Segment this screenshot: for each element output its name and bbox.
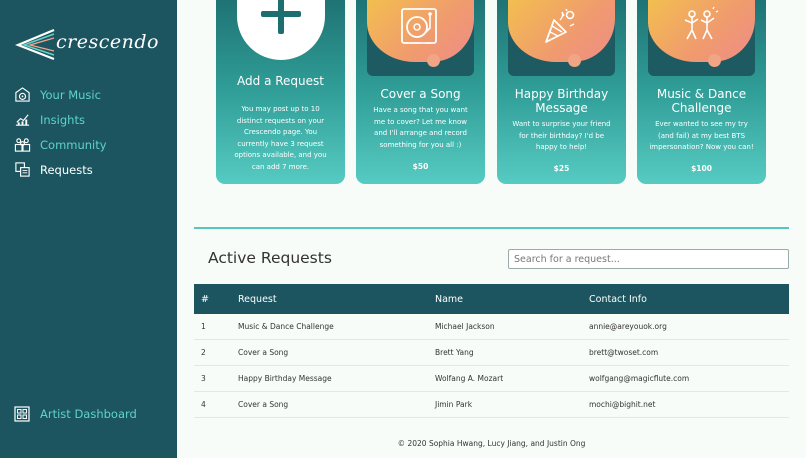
card-description: Have a song that you want me to cover? L… bbox=[373, 106, 468, 149]
sidebar-item-your-music[interactable]: Your Music bbox=[14, 82, 174, 107]
card-description: Want to surprise your friend for their b… bbox=[512, 120, 611, 151]
record-player-icon bbox=[401, 8, 437, 44]
cell-name: Jimin Park bbox=[435, 400, 473, 409]
card-title: Happy Birthday Message bbox=[514, 87, 609, 115]
sidebar-item-community[interactable]: Community bbox=[14, 132, 174, 157]
cell-number: 3 bbox=[201, 374, 206, 383]
cell-contact: wolfgang@magicflute.com bbox=[589, 374, 690, 383]
cell-contact: brett@twoset.com bbox=[589, 348, 659, 357]
request-card-music-dance-challenge[interactable]: Music & Dance Challenge Ever wanted to s… bbox=[637, 0, 766, 184]
card-price: $50 bbox=[412, 162, 429, 171]
logo-text[interactable]: crescendo bbox=[56, 31, 159, 53]
card-artwork bbox=[648, 0, 755, 76]
column-header-contact[interactable]: Contact Info bbox=[589, 294, 647, 305]
requests-icon bbox=[15, 162, 30, 177]
table-row[interactable]: 4 Cover a Song Jimin Park mochi@bighit.n… bbox=[194, 392, 789, 418]
request-card-happy-birthday[interactable]: Happy Birthday Message Want to surprise … bbox=[497, 0, 626, 184]
card-title: Add a Request bbox=[237, 74, 324, 88]
card-artwork bbox=[508, 0, 615, 76]
cell-name: Brett Yang bbox=[435, 348, 474, 357]
cell-contact: annie@areyouok.org bbox=[589, 322, 667, 331]
card-title: Music & Dance Challenge bbox=[656, 87, 747, 115]
cell-request: Happy Birthday Message bbox=[238, 374, 332, 383]
sidebar: crescendo Your Music Insights Community … bbox=[0, 0, 177, 458]
sidebar-item-label: Insights bbox=[40, 112, 85, 127]
card-title: Cover a Song bbox=[380, 87, 461, 101]
vinyl-icon bbox=[15, 87, 30, 102]
table-row[interactable]: 2 Cover a Song Brett Yang brett@twoset.c… bbox=[194, 340, 789, 366]
sidebar-item-insights[interactable]: Insights bbox=[14, 107, 174, 132]
cell-request: Cover a Song bbox=[238, 400, 289, 409]
sidebar-item-label: Community bbox=[40, 137, 107, 152]
table-header: # Request Name Contact Info bbox=[194, 284, 789, 314]
chart-icon bbox=[15, 114, 30, 126]
sidebar-item-label: Your Music bbox=[40, 87, 101, 102]
add-request-card[interactable]: Add a Request You may post up to 10 dist… bbox=[216, 0, 345, 184]
card-description: You may post up to 10 distinct requests … bbox=[234, 105, 327, 171]
cell-name: Wolfang A. Mozart bbox=[435, 374, 504, 383]
cell-name: Michael Jackson bbox=[435, 322, 495, 331]
column-header-number[interactable]: # bbox=[201, 294, 209, 305]
table-row[interactable]: 3 Happy Birthday Message Wolfang A. Moza… bbox=[194, 366, 789, 392]
dancers-icon bbox=[684, 6, 719, 40]
artist-dashboard-label: Artist Dashboard bbox=[40, 407, 137, 421]
active-requests-title: Active Requests bbox=[208, 249, 332, 267]
cell-request: Music & Dance Challenge bbox=[238, 322, 334, 331]
table-row[interactable]: 1 Music & Dance Challenge Michael Jackso… bbox=[194, 314, 789, 340]
card-price: $100 bbox=[691, 164, 712, 173]
card-description: Ever wanted to see my try (and fail) at … bbox=[649, 120, 754, 151]
plus-icon bbox=[261, 0, 301, 34]
request-card-cover-a-song[interactable]: Cover a Song Have a song that you want m… bbox=[356, 0, 485, 184]
section-divider bbox=[194, 227, 789, 229]
party-popper-icon bbox=[545, 8, 575, 43]
sidebar-item-label: Requests bbox=[40, 162, 93, 177]
column-header-request[interactable]: Request bbox=[238, 294, 277, 305]
cell-request: Cover a Song bbox=[238, 348, 289, 357]
active-requests-table: # Request Name Contact Info 1 Music & Da… bbox=[194, 284, 789, 418]
card-artwork bbox=[367, 0, 474, 76]
artist-dashboard-link[interactable]: Artist Dashboard bbox=[14, 406, 137, 422]
add-request-button[interactable] bbox=[237, 0, 325, 60]
sidebar-item-requests[interactable]: Requests bbox=[14, 157, 174, 182]
card-price: $25 bbox=[553, 164, 570, 173]
footer-copyright: © 2020 Sophia Hwang, Lucy Jiang, and Jus… bbox=[397, 439, 586, 448]
sidebar-nav: Your Music Insights Community Requests bbox=[14, 82, 174, 182]
people-icon bbox=[14, 138, 31, 152]
cell-number: 2 bbox=[201, 348, 206, 357]
column-header-name[interactable]: Name bbox=[435, 294, 463, 305]
dashboard-icon bbox=[14, 406, 30, 422]
cell-contact: mochi@bighit.net bbox=[589, 400, 656, 409]
cell-number: 4 bbox=[201, 400, 206, 409]
search-requests-input[interactable] bbox=[508, 249, 789, 269]
cell-number: 1 bbox=[201, 322, 206, 331]
